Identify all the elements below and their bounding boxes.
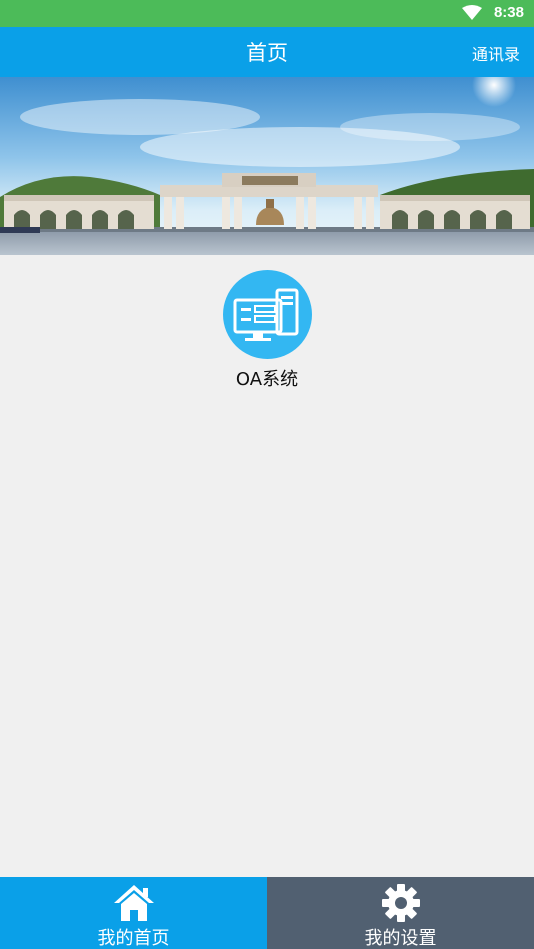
status-bar: 8:38: [0, 0, 534, 27]
contacts-button[interactable]: 通讯录: [472, 41, 520, 65]
page-title: 首页: [246, 41, 288, 65]
wifi-icon: [462, 5, 482, 20]
bottom-tab-bar: 我的首页 我的设置: [0, 877, 534, 949]
home-icon: [114, 885, 154, 921]
gear-icon: [382, 884, 420, 922]
tab-settings[interactable]: 我的设置: [267, 877, 534, 949]
tab-settings-label: 我的设置: [364, 928, 437, 949]
tab-home-label: 我的首页: [97, 928, 170, 949]
app-tile-label: OA系统: [235, 369, 299, 390]
app-bar: 首页 通讯录: [0, 27, 534, 77]
tab-home[interactable]: 我的首页: [0, 877, 267, 949]
banner-image: [0, 77, 534, 255]
oa-computer-icon: [223, 270, 312, 359]
app-tile-oa[interactable]: OA系统: [217, 268, 317, 392]
status-time: 8:38: [493, 4, 524, 21]
